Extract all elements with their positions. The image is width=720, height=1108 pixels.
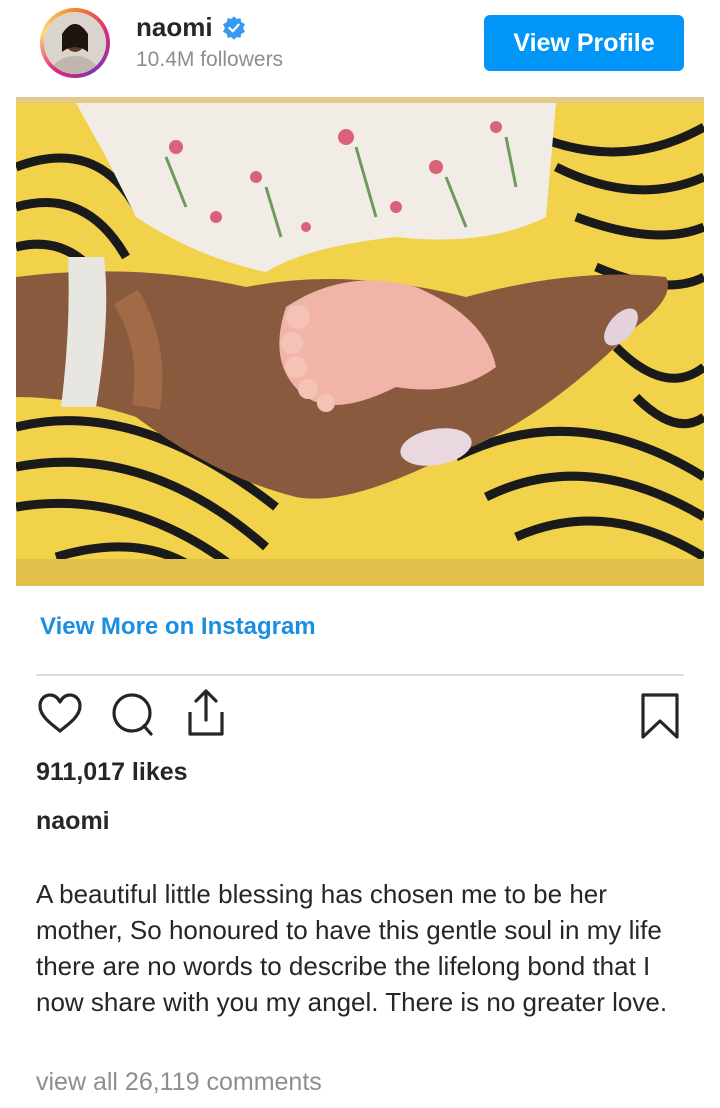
username[interactable]: naomi xyxy=(136,12,213,43)
view-more-on-instagram-link[interactable]: View More on Instagram xyxy=(40,613,316,641)
view-all-comments-link[interactable]: view all 26,119 comments xyxy=(36,1068,322,1097)
post-caption: A beautiful little blessing has chosen m… xyxy=(36,879,668,1017)
post-image[interactable] xyxy=(16,97,704,586)
avatar-image xyxy=(44,12,106,74)
comment-bubble-icon[interactable] xyxy=(108,690,156,738)
post-header: naomi 10.4M followers View Profile xyxy=(0,0,720,96)
share-icon[interactable] xyxy=(182,688,230,738)
caption-author[interactable]: naomi xyxy=(36,807,110,836)
like-count[interactable]: 911,017 likes xyxy=(36,758,188,787)
bookmark-icon[interactable] xyxy=(640,692,680,740)
divider xyxy=(36,674,684,676)
avatar[interactable] xyxy=(40,8,110,78)
verified-badge-icon xyxy=(222,15,245,40)
follower-count: 10.4M followers xyxy=(136,48,284,71)
view-profile-button[interactable]: View Profile xyxy=(484,15,684,71)
heart-icon[interactable] xyxy=(36,690,84,738)
action-bar xyxy=(0,688,720,744)
